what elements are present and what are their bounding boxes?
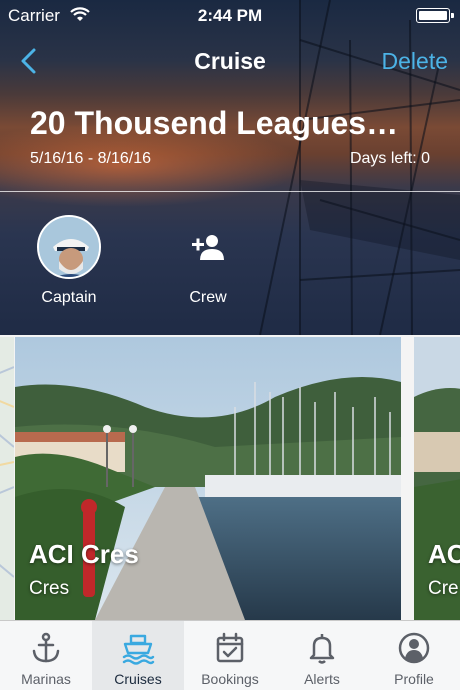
tab-label: Marinas	[21, 671, 71, 687]
marina-city: Cres	[29, 578, 70, 599]
ship-icon	[122, 634, 155, 665]
calendar-check-icon	[216, 632, 244, 663]
marina-name: ACI Cres	[29, 539, 139, 569]
tab-profile[interactable]: Profile	[368, 621, 460, 690]
add-person-icon[interactable]	[176, 215, 240, 279]
captain-item[interactable]: Captain	[19, 215, 119, 307]
tab-marinas[interactable]: Marinas	[0, 621, 92, 690]
status-bar: Carrier 2:44 PM	[0, 0, 460, 32]
tab-bar: Marinas Cruises Bookings Alerts Profile	[0, 620, 460, 690]
delete-button[interactable]: Delete	[382, 48, 448, 75]
tab-bookings[interactable]: Bookings	[184, 621, 276, 690]
clock: 2:44 PM	[197, 6, 263, 25]
cruise-header: Carrier 2:44 PM Cruise Delete 20 Thousen…	[0, 0, 460, 335]
marina-city-next: Cre	[428, 578, 459, 599]
days-left: Days left: 0	[349, 150, 430, 167]
marina-card-next[interactable]: ACI Cre	[414, 337, 460, 620]
crew-label: Crew	[189, 289, 227, 306]
tab-label: Alerts	[304, 671, 340, 687]
tab-alerts[interactable]: Alerts	[276, 621, 368, 690]
captain-label: Captain	[41, 289, 97, 306]
marina-name-next: ACI	[428, 539, 460, 569]
crew-item[interactable]: Crew	[158, 215, 258, 307]
user-circle-icon	[398, 632, 430, 664]
map-thumbnail	[0, 337, 14, 620]
marina-carousel[interactable]: ACI Cres Cres ACI Cre	[0, 335, 460, 620]
cruise-name: 20 Thousend Leagues…	[30, 105, 399, 141]
navigation-bar: Cruise Delete	[0, 32, 460, 92]
marina-card[interactable]: ACI Cres Cres	[15, 337, 401, 620]
anchor-icon	[32, 632, 60, 663]
marina-photo	[15, 337, 401, 620]
captain-portrait	[39, 217, 99, 277]
bell-icon	[309, 634, 335, 664]
tab-label: Profile	[394, 671, 434, 687]
cruise-dates: 5/16/16 - 8/16/16	[30, 150, 151, 167]
captain-avatar[interactable]	[37, 215, 101, 279]
marina-card-previous[interactable]	[0, 337, 14, 620]
battery-icon	[416, 8, 454, 23]
tab-cruises[interactable]: Cruises	[92, 621, 184, 690]
tab-label: Bookings	[201, 671, 259, 687]
tab-label: Cruises	[114, 671, 162, 687]
divider	[0, 191, 460, 192]
